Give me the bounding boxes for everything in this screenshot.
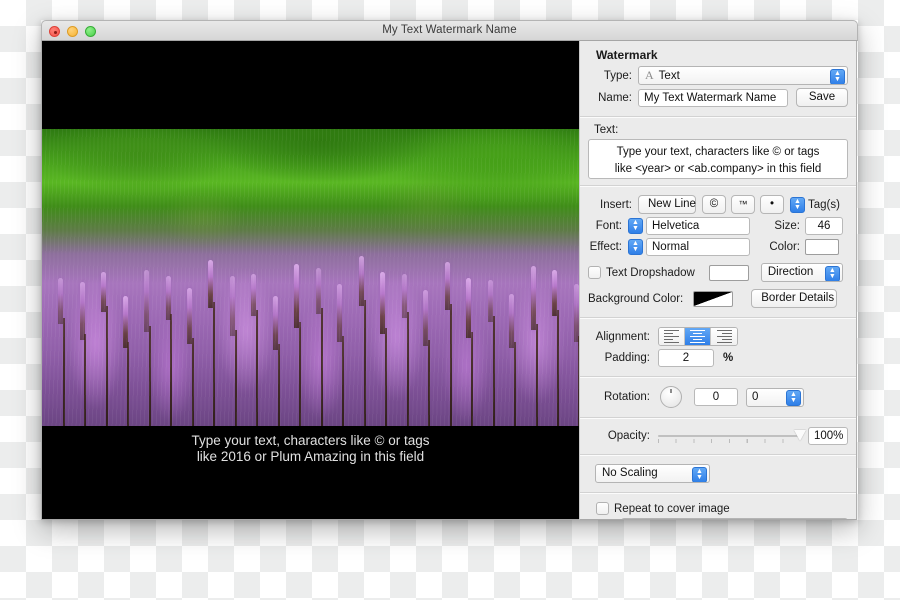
trademark-icon-button[interactable]: ™ [731, 195, 755, 214]
effect-chevron-updown-icon[interactable]: ▲ ▼ [628, 239, 643, 255]
rotation-row: Rotation: 0 0 ▲ ▼ [588, 386, 848, 408]
save-button[interactable]: Save [796, 88, 848, 107]
insert-row: Insert: New Line © ™ • ▲ ▼ Tag(s) [588, 195, 848, 214]
dropshadow-color-swatch[interactable] [708, 264, 749, 281]
tags-chevron-updown-icon[interactable]: ▲ ▼ [790, 196, 805, 213]
opacity-group: Opacity: 100% [580, 418, 856, 455]
tags-label[interactable]: Tag(s) [808, 199, 840, 211]
text-glyph-icon: A [645, 68, 654, 82]
window-title: My Text Watermark Name [382, 24, 517, 36]
background-color-label: Background Color: [588, 292, 684, 305]
background-color-row: Background Color: Border Details [588, 289, 848, 308]
bullet-icon-button[interactable]: • [760, 195, 784, 214]
align-center-icon [690, 329, 705, 344]
alignment-label: Alignment: [595, 330, 650, 343]
align-center-button[interactable] [685, 328, 711, 345]
opacity-slider-thumb[interactable] [794, 430, 806, 441]
copyright-icon-button[interactable]: © [702, 195, 726, 214]
alignment-segmented-control[interactable] [658, 327, 738, 346]
padding-row: Padding: 2 % [588, 349, 848, 367]
insert-label: Insert: [600, 198, 632, 211]
size-input[interactable]: 46 [805, 217, 843, 235]
application-window: My Text Watermark Name Type your text, c… [41, 20, 858, 520]
placement-group: Repeat to cover image Pin: Bottom, Cente… [580, 493, 856, 519]
pin-select[interactable]: Bottom, Center (x offset disabled) ▲▼ [621, 518, 848, 519]
watermark-header-group: Watermark Type: A Text ▲ ▼ Name: My Text W… [580, 41, 856, 117]
scaling-chevron-updown-icon[interactable]: ▲ ▼ [692, 466, 707, 482]
font-chevron-updown-icon[interactable]: ▲ ▼ [628, 218, 643, 234]
scaling-value: No Scaling [602, 467, 658, 479]
font-row: Font: ▲ ▼ Helvetica Size: 46 [588, 217, 848, 235]
rotation-preset-value: 0 [752, 390, 759, 403]
font-label: Font: [595, 220, 622, 232]
name-label: Name: [598, 91, 632, 104]
watermark-text-input[interactable]: Type your text, characters like © or tag… [588, 139, 848, 179]
type-label: Type: [603, 69, 632, 82]
padding-input[interactable]: 2 [658, 349, 714, 367]
rotation-group: Rotation: 0 0 ▲ ▼ [580, 377, 856, 418]
effect-row: Effect: ▲ ▼ Normal Color: [588, 238, 848, 256]
opacity-value[interactable]: 100% [808, 427, 848, 445]
align-left-icon [664, 329, 679, 344]
text-style-group: Insert: New Line © ™ • ▲ ▼ Tag(s) Font: ▲… [580, 186, 856, 318]
border-details-button[interactable]: Border Details [751, 289, 838, 308]
opacity-slider[interactable] [658, 428, 806, 444]
scaling-group: No Scaling ▲ ▼ [580, 455, 856, 493]
name-input[interactable]: My Text Watermark Name [638, 88, 788, 107]
repeat-row: Repeat to cover image [588, 502, 848, 515]
watermark-line-2: like 2016 or Plum Amazing in this field [196, 449, 425, 464]
background-color-swatch[interactable] [693, 290, 734, 307]
repeat-to-cover-label: Repeat to cover image [614, 502, 730, 515]
direction-chevron-updown-icon[interactable]: ▲ ▼ [824, 265, 840, 281]
direction-select[interactable]: Direction ▲ ▼ [760, 263, 843, 282]
rotation-chevron-updown-icon[interactable]: ▲ ▼ [786, 390, 801, 406]
repeat-to-cover-checkbox[interactable] [596, 502, 609, 515]
window-titlebar[interactable]: My Text Watermark Name [41, 20, 858, 41]
opacity-row: Opacity: 100% [588, 427, 848, 445]
rotation-knob[interactable] [660, 386, 682, 408]
align-left-button[interactable] [659, 328, 685, 345]
lavender-field-photo [42, 129, 579, 426]
type-value: Text [658, 70, 680, 82]
scaling-row: No Scaling ▲ ▼ [588, 464, 848, 483]
watermark-text-overlay: Type your text, characters like © or tag… [42, 433, 579, 465]
text-input-line-2: like <year> or <ab.company> in this fiel… [614, 163, 822, 175]
scaling-select[interactable]: No Scaling ▲ ▼ [595, 464, 710, 483]
image-preview-area[interactable]: Type your text, characters like © or tag… [41, 41, 579, 520]
effect-label: Effect: [589, 241, 622, 253]
alignment-group: Alignment: Padding: 2 % [580, 318, 856, 377]
text-label: Text: [594, 124, 619, 136]
padding-unit: % [723, 352, 734, 364]
text-color-swatch[interactable] [805, 239, 839, 255]
watermark-settings-panel: Watermark Type: A Text ▲ ▼ Name: My Text W… [579, 41, 857, 520]
text-input-line-1: Type your text, characters like © or tag… [616, 146, 820, 158]
text-dropshadow-checkbox[interactable] [588, 266, 601, 279]
type-row: Type: A Text ▲ ▼ [588, 66, 848, 85]
effect-input[interactable]: Normal [646, 238, 750, 256]
color-label: Color: [769, 241, 800, 253]
rotation-input[interactable]: 0 [694, 388, 738, 406]
opacity-label: Opacity: [607, 430, 650, 442]
size-label: Size: [774, 220, 800, 232]
text-dropshadow-label: Text Dropshadow [606, 266, 695, 279]
text-group: Text: Type your text, characters like © … [580, 117, 856, 186]
dropshadow-row: Text Dropshadow Direction ▲ ▼ [588, 263, 848, 282]
align-right-button[interactable] [711, 328, 737, 345]
direction-label: Direction [767, 266, 814, 278]
pin-row: Pin: Bottom, Center (x offset disabled) … [588, 518, 848, 519]
padding-label: Padding: [604, 352, 650, 364]
name-row: Name: My Text Watermark Name Save [588, 88, 848, 107]
type-select[interactable]: A Text ▲ ▼ [638, 66, 848, 85]
alignment-row: Alignment: [588, 327, 848, 346]
insert-new-line-button[interactable]: New Line [638, 195, 696, 214]
watermark-line-1: Type your text, characters like © or tag… [191, 433, 430, 448]
align-right-icon [716, 329, 732, 344]
chevron-updown-icon[interactable]: ▲ ▼ [830, 68, 845, 84]
font-input[interactable]: Helvetica [646, 217, 750, 235]
panel-section-title: Watermark [596, 48, 658, 62]
rotation-preset-select[interactable]: 0 ▲ ▼ [746, 387, 804, 407]
rotation-label: Rotation: [603, 391, 650, 403]
